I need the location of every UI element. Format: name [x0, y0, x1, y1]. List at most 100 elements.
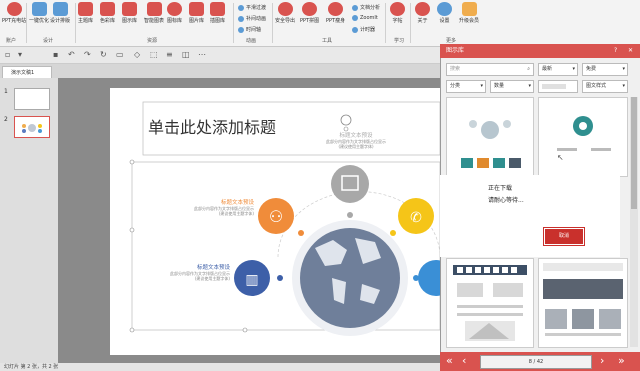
style-select[interactable]: 图文样式 ▾ — [582, 80, 628, 93]
theme-button[interactable]: 主题库 — [78, 2, 93, 32]
export-button[interactable]: 安全导出 — [275, 2, 295, 32]
diagram-button[interactable]: 图示库 — [122, 2, 137, 32]
tween-animation-button[interactable]: 补间动画 — [238, 15, 266, 22]
search-input[interactable]: 搜索 ⌕ — [446, 63, 534, 76]
first-page-button[interactable]: « — [446, 354, 453, 367]
illustration-icon — [210, 2, 225, 16]
quick-access-toolbar: ▫ ▾ ▪ ↶ ↷ ↻ ▭ ◇ ⬚ ≡ ◫ ⋯ — [0, 47, 440, 64]
color-button[interactable]: 色彩库 — [100, 2, 115, 32]
ribbon-separator — [272, 3, 273, 43]
shapes-icon[interactable]: ◇ — [134, 50, 140, 59]
picture-button[interactable]: 图片库 — [189, 2, 204, 32]
text-block-left-1[interactable]: 标题文本预设 此部分内容作为文字排版占位显示 (建议使用主题字体) — [166, 198, 254, 216]
save-icon[interactable]: ▪ — [53, 50, 58, 59]
redo-icon[interactable]: ↷ — [84, 50, 91, 59]
chevron-down-icon: ▾ — [572, 66, 575, 72]
ribbon: PPT充电站 一键优化 设计排版 主题库 色彩库 图示库 智能图表 图标库 图片… — [0, 0, 640, 47]
chevron-down-icon: ▾ — [622, 83, 625, 89]
slide-title[interactable]: 单击此处添加标题 — [148, 114, 276, 138]
new-icon[interactable]: ▫ — [5, 50, 10, 59]
diagram-card[interactable] — [446, 258, 534, 348]
layout-icon — [52, 2, 68, 16]
scrollbar-thumb[interactable] — [631, 97, 637, 209]
timer-button[interactable]: 计时器 — [352, 26, 375, 33]
cursor-icon: ↖ — [557, 153, 564, 162]
analysis-icon — [352, 4, 358, 11]
more-icon[interactable]: ⋯ — [198, 50, 206, 59]
close-icon[interactable]: ✕ — [628, 44, 633, 58]
illustration-button[interactable]: 插图库 — [210, 2, 225, 32]
icon-lib-button[interactable]: 图标库 — [167, 2, 182, 32]
settings-button[interactable]: 设置 — [437, 2, 452, 32]
ribbon-separator — [385, 3, 386, 43]
help-icon[interactable]: ? — [614, 44, 617, 58]
diagram-card[interactable] — [538, 258, 628, 348]
text-block-left-2[interactable]: 标题文本预设 此部分内容作为文字排版占位显示 (建议使用主题字体) — [140, 263, 230, 281]
thumbnail-preview — [22, 124, 42, 133]
price-select[interactable]: 免费 ▾ — [582, 63, 628, 76]
zoomit-button[interactable]: ZoomIt — [352, 15, 378, 21]
sort-select[interactable]: 最新 ▾ — [538, 63, 578, 76]
transition-icon — [238, 4, 244, 11]
ppt-station-button[interactable]: PPT充电站 — [2, 2, 26, 32]
group-label-learn: 学习 — [394, 38, 405, 44]
chevron-down-icon: ▾ — [622, 66, 625, 72]
panel-scrollbar[interactable] — [630, 97, 638, 347]
optimize-button[interactable]: 一键优化 — [29, 2, 49, 32]
panel-title: 图示库 — [446, 47, 465, 54]
copybook-icon — [390, 2, 405, 16]
people-icon: ⚇ — [269, 207, 283, 226]
about-button[interactable]: 关于 — [415, 2, 430, 32]
redo-icon-2[interactable]: ↻ — [100, 50, 107, 59]
next-page-button[interactable]: › — [600, 354, 604, 367]
doc-analysis-button[interactable]: 文档分析 — [352, 4, 380, 11]
ribbon-separator — [75, 3, 76, 43]
dropdown-icon[interactable]: ▾ — [18, 50, 22, 59]
copybook-button[interactable]: 字帖 — [390, 2, 405, 32]
slide[interactable]: ⚇ ✆ ▥ 单击此处添加标题 标题文本预设 此部分内容作为文字排版占位显示 (建… — [110, 88, 440, 355]
diagram-card[interactable]: ↖ — [538, 97, 628, 177]
page-indicator[interactable]: 8 / 42 — [480, 355, 592, 369]
group-label-resources: 资源 — [147, 38, 158, 44]
layout-button[interactable]: 设计排版 — [50, 2, 70, 32]
rotate-handle-icon — [340, 114, 352, 126]
color-select[interactable] — [538, 80, 578, 93]
align-icon[interactable]: ≡ — [166, 50, 173, 59]
last-page-button[interactable]: » — [618, 354, 625, 367]
panel-title-bar[interactable]: 图示库 ? ✕ — [440, 44, 640, 58]
upgrade-button[interactable]: 升级会员 — [459, 2, 479, 32]
group-label-account: 账户 — [6, 38, 17, 44]
category-select[interactable]: 分类 ▾ — [446, 80, 486, 93]
text-block-top[interactable]: 标题文本预设 此部分内容作为文字排版占位显示 (建议使用主题字体) — [306, 131, 406, 149]
slideshow-icon[interactable]: ▭ — [116, 50, 124, 59]
top-circle — [331, 165, 369, 203]
settings-icon — [437, 2, 452, 16]
slide-thumbnail-2[interactable] — [14, 116, 50, 138]
document-tab[interactable]: 演示文稿1 — [2, 66, 52, 78]
chart-icon — [146, 2, 162, 16]
icon-lib-icon — [167, 2, 182, 16]
card-preview — [453, 265, 527, 341]
smooth-transition-button[interactable]: 平滑过渡 — [238, 4, 266, 11]
block-heading: 标题文本预设 — [339, 133, 373, 139]
slim-button[interactable]: PPT瘦身 — [326, 2, 345, 32]
chart-button[interactable]: 智能图表 — [144, 2, 164, 32]
prev-page-button[interactable]: ‹ — [462, 354, 466, 367]
thumbnail-number: 2 — [4, 116, 8, 123]
timeline-button[interactable]: 时间轴 — [238, 26, 261, 33]
collage-button[interactable]: PPT拼图 — [300, 2, 319, 32]
undo-icon[interactable]: ↶ — [68, 50, 75, 59]
format-icon[interactable]: ◫ — [182, 50, 190, 59]
top-dot — [347, 212, 353, 218]
timeline-icon — [238, 26, 244, 33]
export-icon — [277, 2, 293, 16]
select-icon[interactable]: ⬚ — [150, 50, 158, 59]
ruler-icon: ▥ — [245, 272, 258, 288]
diagram-card[interactable] — [446, 97, 534, 177]
card-preview — [543, 263, 623, 336]
slide-thumbnail-1[interactable] — [14, 88, 50, 110]
count-select[interactable]: 数量 ▾ — [490, 80, 534, 93]
cancel-download-button[interactable]: 取消 — [543, 227, 585, 246]
about-icon — [415, 2, 430, 16]
search-icon[interactable]: ⌕ — [527, 64, 530, 75]
